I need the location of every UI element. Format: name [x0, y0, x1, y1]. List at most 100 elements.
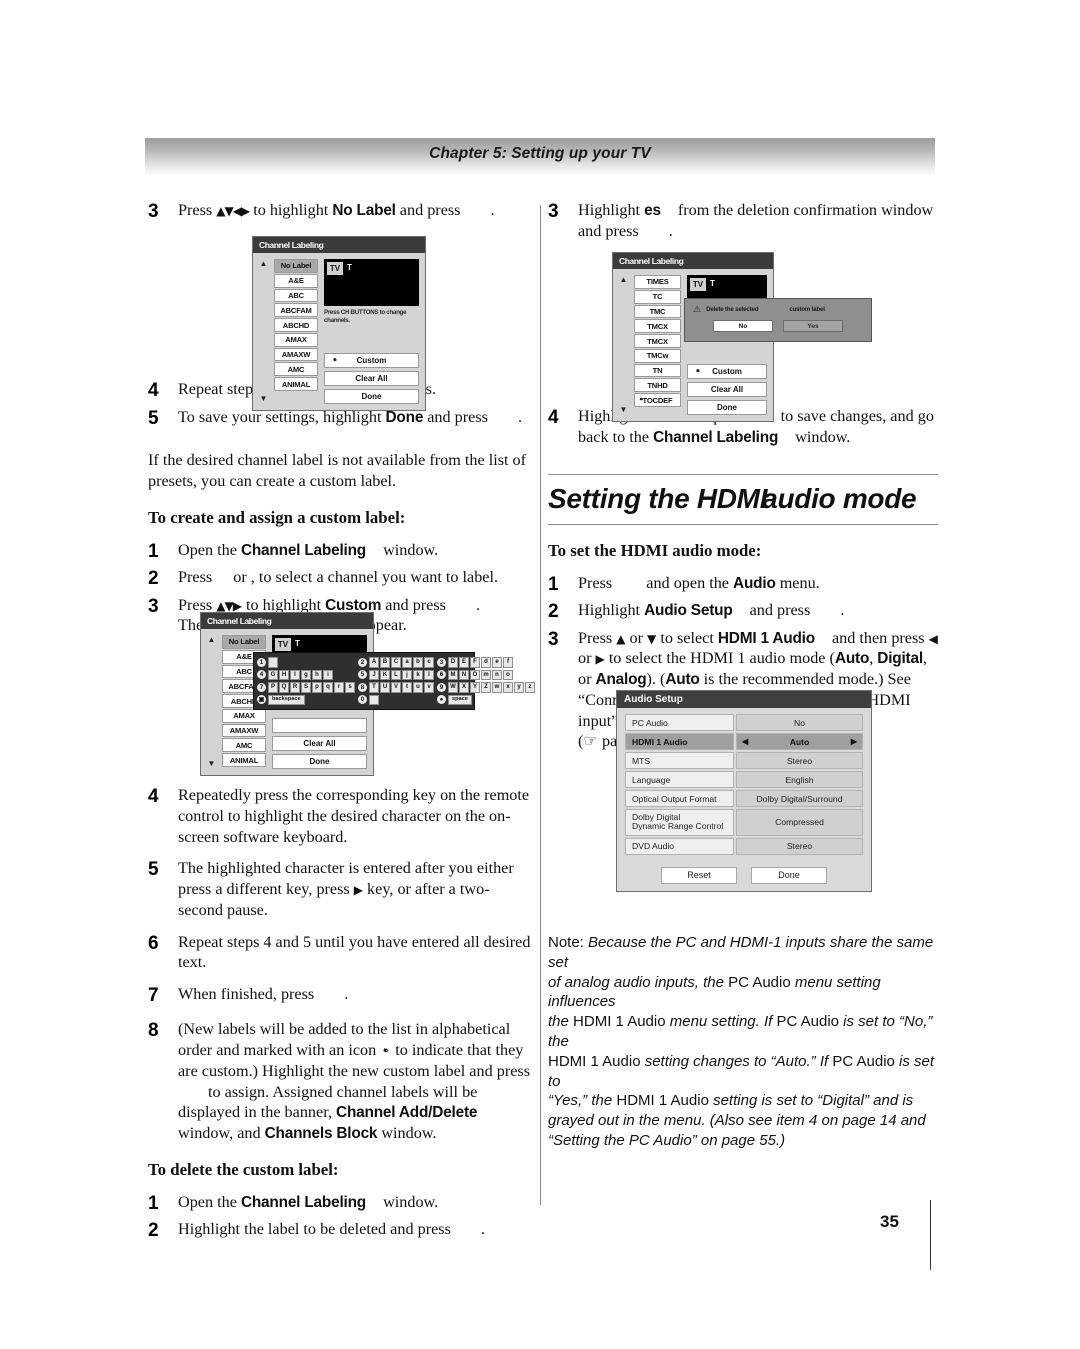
scroll-down-icon[interactable]: ▼	[620, 406, 628, 414]
key-1[interactable]: 1	[257, 657, 355, 668]
right-arrow-icon[interactable]: ▶	[851, 737, 857, 746]
key-char: f	[503, 657, 513, 668]
ui-term: Audio	[733, 574, 776, 592]
audio-row-optical-output-format[interactable]: Optical Output Format Dolby Digital/Surr…	[625, 790, 863, 807]
row-label: HDMI 1 Audio	[625, 733, 734, 750]
scroll-down-icon[interactable]: ▼	[260, 394, 268, 402]
confirm-message-a: Delete the selected	[706, 306, 759, 313]
list-item[interactable]: AMAX	[222, 708, 266, 723]
software-keyboard[interactable]: 1 2ABCabc 3DEFdef 4GHIghi 5JKLjkl 6MNOmn…	[253, 652, 535, 710]
key-char	[369, 694, 379, 705]
deletion-confirmation-dialog: ⚠ Delete the selected custom label No Ye…	[684, 298, 872, 342]
audio-row-mts[interactable]: MTS Stereo	[625, 752, 863, 769]
osd-clear-all-button[interactable]: Clear All	[272, 736, 367, 751]
key-backspace[interactable]: ▣ backspace	[257, 694, 355, 705]
list-item[interactable]: AMAX	[274, 332, 318, 347]
key-space[interactable]: ● space	[437, 694, 535, 705]
list-item[interactable]: TMCX	[634, 334, 681, 348]
step-number: 3	[148, 201, 159, 222]
list-item[interactable]: TN	[634, 363, 681, 378]
confirm-no-button[interactable]: No	[713, 320, 773, 332]
key-number: 5	[358, 670, 367, 680]
key-7[interactable]: 7PQRSpqrs	[257, 682, 355, 693]
list-item[interactable]: AMC	[274, 362, 318, 377]
list-item[interactable]: ANIMAL	[222, 753, 266, 768]
osd-scrollbar[interactable]: ▲ ▼	[207, 635, 216, 769]
scroll-down-icon[interactable]: ▼	[208, 760, 216, 768]
done-button[interactable]: Done	[751, 866, 827, 884]
list-item[interactable]: ANIMAL	[274, 377, 318, 392]
key-0[interactable]: 0	[358, 694, 434, 705]
audio-row-hdmi-1-audio[interactable]: HDMI 1 Audio ◀ Auto ▶	[625, 733, 863, 750]
list-item[interactable]: ABC	[274, 288, 318, 303]
tv-badge-icon: TV	[327, 262, 343, 275]
key-char: a	[402, 657, 412, 668]
key-char: Z	[481, 682, 491, 693]
key-5[interactable]: 5JKLjkl	[358, 669, 434, 680]
text-run: Highlight the label to be deleted and pr…	[178, 1220, 455, 1239]
audio-row-pc-audio[interactable]: PC Audio No	[625, 714, 863, 731]
left-arrow-icon[interactable]: ◀	[742, 737, 748, 746]
list-item[interactable]: TIMES	[634, 275, 681, 289]
ui-term: Channel Labeling	[653, 429, 779, 447]
list-item[interactable]: AMC	[222, 738, 266, 753]
key-number: 6	[437, 670, 446, 680]
list-item[interactable]: TC	[634, 289, 681, 304]
list-item[interactable]: AMAXW	[222, 723, 266, 738]
key-3[interactable]: 3DEFdef	[437, 657, 535, 668]
manual-page: Chapter 5: Setting up your TV 3 Press ▲▼…	[0, 0, 1080, 1349]
osd-custom-button[interactable]: ✒ Custom	[687, 364, 767, 379]
key-2[interactable]: 2ABCabc	[358, 657, 434, 668]
osd-scrollbar[interactable]: ▲ ▼	[259, 259, 268, 404]
tv-badge-icon: TV	[690, 278, 706, 291]
osd-scrollbar[interactable]: ▲ ▼	[619, 275, 628, 415]
text-run: window.	[379, 541, 439, 560]
osd-custom-button[interactable]: ✒ Custom	[324, 352, 419, 368]
scroll-up-icon[interactable]: ▲	[260, 260, 268, 268]
list-item[interactable]: TMCX	[634, 319, 681, 334]
scroll-up-icon[interactable]: ▲	[620, 276, 628, 284]
key-8[interactable]: 8TUVtuv	[358, 682, 434, 693]
list-item[interactable]: TNHD	[634, 378, 681, 393]
step-number: 3	[148, 595, 159, 617]
scroll-up-icon[interactable]: ▲	[208, 636, 216, 644]
osd-clear-all-button[interactable]: Clear All	[324, 370, 419, 386]
text-run: and press	[745, 601, 815, 620]
reset-button[interactable]: Reset	[661, 866, 737, 884]
list-item[interactable]: No Label	[274, 259, 318, 273]
step-number: 3	[548, 201, 559, 222]
osd-done-button[interactable]: Done	[324, 388, 419, 404]
osd-done-button[interactable]: Done	[687, 400, 767, 415]
key-9[interactable]: 9WXYZwxyz	[437, 682, 535, 693]
key-char: V	[391, 682, 401, 693]
step-create-8: 8 (New labels will be added to the list …	[148, 1019, 533, 1143]
list-item[interactable]: TMCw	[634, 348, 681, 363]
osd-done-button[interactable]: Done	[272, 754, 367, 769]
key-char: R	[290, 682, 300, 693]
key-number: ▣	[257, 695, 266, 705]
list-item[interactable]: A&E	[274, 273, 318, 288]
note-label: Note:	[548, 933, 584, 951]
audio-row-dolby-digital-drc[interactable]: Dolby Digital Dynamic Range Control Comp…	[625, 809, 863, 836]
row-value-wrap[interactable]: ◀ Auto ▶	[736, 733, 863, 750]
step-text: Press ▲▼◀▶ to highlight No Label and pre…	[178, 200, 533, 224]
key-char: X	[459, 682, 469, 693]
list-item[interactable]: ABCFAM	[274, 303, 318, 318]
list-item[interactable]: TMC	[634, 304, 681, 319]
key-number: 7	[257, 682, 266, 692]
step-delete-1: 1 Open the Channel Labeling window.	[148, 1192, 533, 1216]
audio-row-dvd-audio[interactable]: DVD Audio Stereo	[625, 837, 863, 855]
audio-row-language[interactable]: Language English	[625, 771, 863, 788]
list-item[interactable]: AMAXW	[274, 347, 318, 362]
list-item[interactable]: ABCHD	[274, 318, 318, 332]
key-6[interactable]: 6MNOmno	[437, 669, 535, 680]
key-4[interactable]: 4GHIghi	[257, 669, 355, 680]
ui-term: HDMI 1 Audio	[717, 629, 815, 647]
key-char: p	[312, 682, 322, 693]
osd-clear-all-button[interactable]: Clear All	[687, 382, 767, 397]
text-run: Open the	[178, 1192, 241, 1211]
osd-text-entry-field[interactable]	[272, 718, 367, 733]
list-item[interactable]: No Label	[222, 635, 266, 649]
confirm-yes-button[interactable]: Yes	[783, 320, 843, 332]
list-item[interactable]: ✒ TOCDEF	[634, 393, 681, 408]
